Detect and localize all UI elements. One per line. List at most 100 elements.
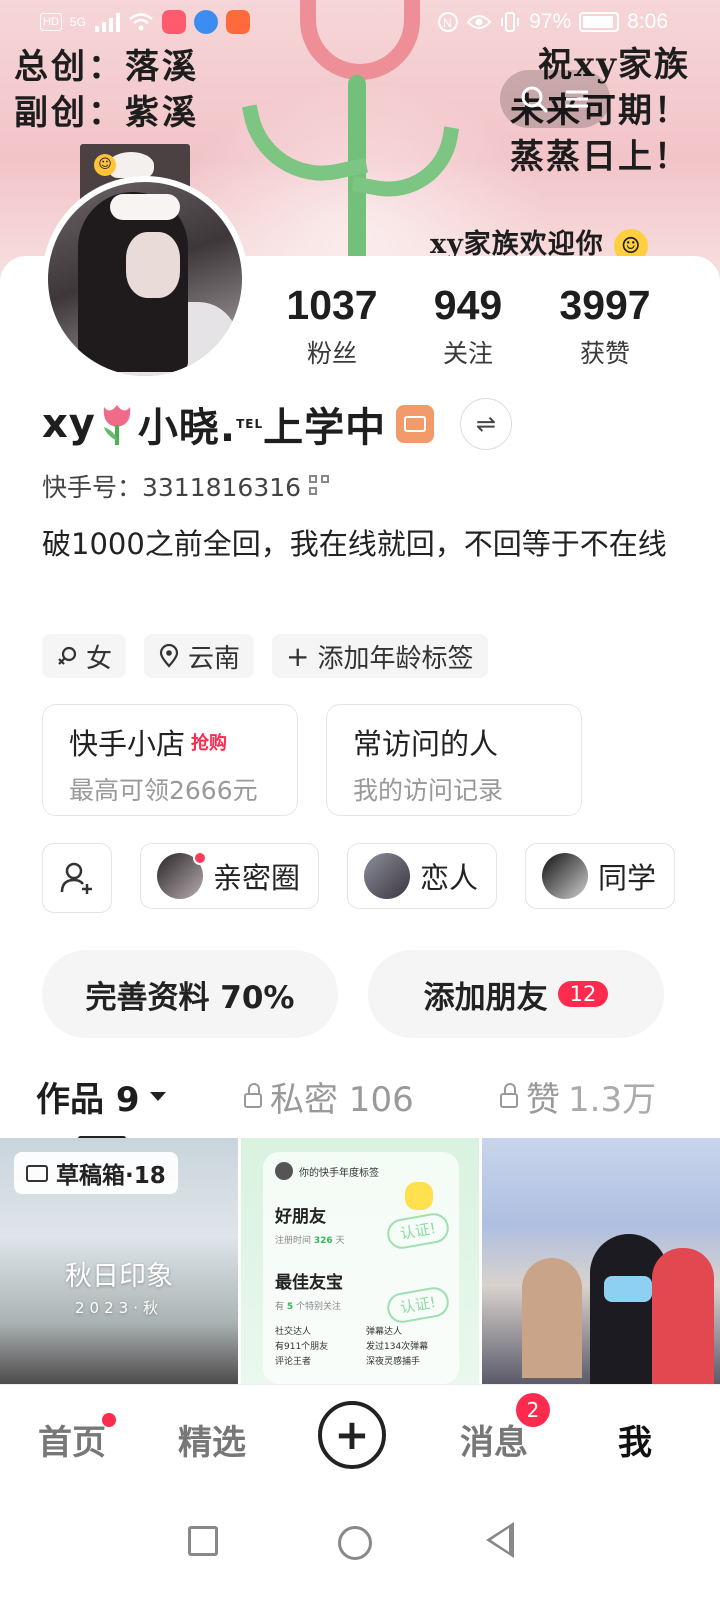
tab-label: 私密 106 — [270, 1080, 414, 1120]
content-tabs: 作品 9 私密 106 赞 1.3万 — [0, 1066, 720, 1141]
complete-profile-button[interactable]: 完善资料 70% — [42, 950, 338, 1038]
lock-icon — [244, 1083, 262, 1108]
pill-label: 完善资料 70% — [85, 979, 295, 1016]
recent-apps-icon[interactable] — [188, 1526, 218, 1556]
relation-avatar — [364, 853, 411, 899]
name-suffix: 上学中 — [263, 405, 387, 451]
nfc-icon: N — [438, 12, 459, 32]
caret-down-icon — [149, 1091, 166, 1101]
year-tag-title: 你的快手年度标签 — [299, 1167, 379, 1179]
best-friend-sub-suffix: 个特别关注 — [296, 1302, 342, 1312]
grid-item-drafts[interactable]: 草稿箱·18 秋日印象 2023·秋 — [0, 1138, 238, 1384]
mini-tag: 弹幕达人 — [366, 1327, 403, 1337]
tag-location[interactable]: 云南 — [144, 634, 255, 678]
battery-percent: 97% — [529, 10, 572, 33]
notification-app-icon — [161, 10, 186, 34]
tab-liked[interactable]: 赞 1.3万 — [500, 1072, 656, 1121]
home-circle-icon[interactable] — [338, 1526, 372, 1560]
blush-emoji-icon: ☺ — [94, 154, 116, 176]
good-friend-sub-prefix: 注册时间 — [275, 1236, 312, 1246]
kuaishou-id-row[interactable]: 快手号：3311816316 — [42, 468, 331, 504]
create-post-button[interactable]: + — [318, 1401, 386, 1469]
wifi-icon — [129, 13, 153, 31]
relation-classmate[interactable]: 同学 — [525, 843, 676, 909]
stat-label: 粉丝 — [306, 339, 357, 368]
mini-tag-list: 社交达人 弹幕达人 有911个朋友 发过134次弹幕 评论王者 深夜灵感捕手 — [275, 1324, 447, 1367]
signal-strength-icon — [94, 13, 120, 32]
good-friend-days: 326 — [313, 1236, 333, 1246]
stat-following[interactable]: 949 关注 — [398, 282, 538, 370]
grid-item-group-photo[interactable] — [482, 1138, 720, 1384]
tab-label: 赞 — [526, 1080, 560, 1120]
kuaishou-shop-tile[interactable]: 快手小店 抢购 最高可领2666元 — [42, 704, 298, 816]
relation-label: 恋人 — [420, 861, 479, 895]
year-tag-header: 你的快手年度标签 — [275, 1162, 447, 1180]
stat-value: 3997 — [559, 282, 651, 328]
drafts-label: 草稿箱·18 — [56, 1163, 166, 1189]
menu-icon[interactable] — [562, 84, 592, 114]
qr-code-icon[interactable] — [309, 475, 331, 497]
stat-value: 949 — [433, 282, 503, 328]
photo-person — [522, 1258, 582, 1378]
banner-founders-text: 总创：落溪 副创：紫溪 — [14, 47, 199, 133]
nav-label: 首页 — [38, 1423, 106, 1463]
stat-value: 1037 — [286, 282, 378, 328]
grid-item-year-tags[interactable]: 你的快手年度标签 好朋友 注册时间 326 天 认证! 最佳友宝 有 5 个特别… — [241, 1138, 479, 1384]
bottom-nav: 首页 精选 + 消息 2 我 — [0, 1384, 720, 1492]
tulip-emoji-icon — [103, 405, 131, 445]
relation-intimate-circle[interactable]: 亲密圈 — [140, 843, 320, 909]
tag-gender[interactable]: 女 — [42, 634, 127, 678]
drafts-badge[interactable]: 草稿箱·18 — [14, 1152, 178, 1194]
profile-name-row: xy 小晓. TEL 上学中 ⇌ — [42, 395, 513, 453]
add-friend-button[interactable] — [42, 843, 112, 913]
system-navigation-bar — [0, 1492, 720, 1600]
tag-add-age[interactable]: + 添加年龄标签 — [272, 634, 488, 678]
nav-me[interactable]: 我 — [618, 1415, 652, 1464]
name-prefix: xy — [42, 401, 96, 447]
pill-label: 添加朋友 — [423, 979, 548, 1016]
back-triangle-icon[interactable] — [486, 1522, 514, 1558]
face-mask — [604, 1276, 652, 1302]
search-icon[interactable] — [519, 84, 549, 114]
best-friend-count: 5 — [286, 1302, 294, 1312]
tag-label: 女 — [86, 643, 113, 674]
autumn-subtitle: 2023·秋 — [75, 1299, 163, 1317]
tile-title: 常访问的人 — [353, 727, 499, 761]
mini-tag: 有911个朋友 — [275, 1342, 329, 1352]
stat-followers[interactable]: 1037 粉丝 — [262, 282, 402, 370]
relation-avatar — [157, 851, 207, 899]
mini-tag: 社交达人 — [275, 1327, 312, 1337]
plus-icon: + — [286, 639, 310, 673]
relation-avatar — [542, 853, 589, 899]
stat-label: 获赞 — [579, 339, 630, 368]
status-bar: HD 5G N 97% 8:06 — [0, 0, 720, 46]
profile-action-pills: 完善资料 70% 添加朋友 12 — [42, 950, 664, 1038]
tab-works[interactable]: 作品 9 — [36, 1072, 168, 1141]
add-friends-button[interactable]: 添加朋友 12 — [368, 950, 664, 1038]
nav-messages[interactable]: 消息 2 — [460, 1393, 550, 1464]
photo-person — [652, 1248, 714, 1384]
nav-label: 精选 — [178, 1423, 246, 1463]
tag-label: 添加年龄标签 — [317, 643, 474, 674]
messages-badge: 2 — [516, 1393, 550, 1427]
unread-dot — [193, 851, 207, 865]
mini-tag: 深夜灵感捕手 — [366, 1357, 421, 1367]
star-sticker-icon — [405, 1182, 433, 1210]
switch-account-button[interactable]: ⇌ — [460, 398, 513, 450]
nav-home[interactable]: 首页 — [38, 1413, 116, 1464]
mini-avatar — [275, 1162, 293, 1180]
name-main: 小晓. — [137, 405, 237, 451]
mini-tag: 评论王者 — [275, 1357, 312, 1367]
tile-subtitle: 我的访问记录 — [353, 776, 504, 805]
relation-lover[interactable]: 恋人 — [347, 843, 498, 909]
frequent-visitors-tile[interactable]: 常访问的人 我的访问记录 — [326, 704, 582, 816]
tab-private[interactable]: 私密 106 — [244, 1072, 414, 1121]
hd-network-chip: HD — [40, 13, 62, 31]
nav-featured[interactable]: 精选 — [178, 1415, 246, 1464]
tag-label: 云南 — [188, 643, 241, 674]
stat-likes[interactable]: 3997 获赞 — [535, 282, 675, 370]
level-badge-icon[interactable] — [396, 405, 435, 443]
avatar[interactable] — [42, 176, 248, 382]
year-tag-card: 你的快手年度标签 好朋友 注册时间 326 天 认证! 最佳友宝 有 5 个特别… — [263, 1152, 459, 1384]
battery-icon — [579, 12, 620, 32]
